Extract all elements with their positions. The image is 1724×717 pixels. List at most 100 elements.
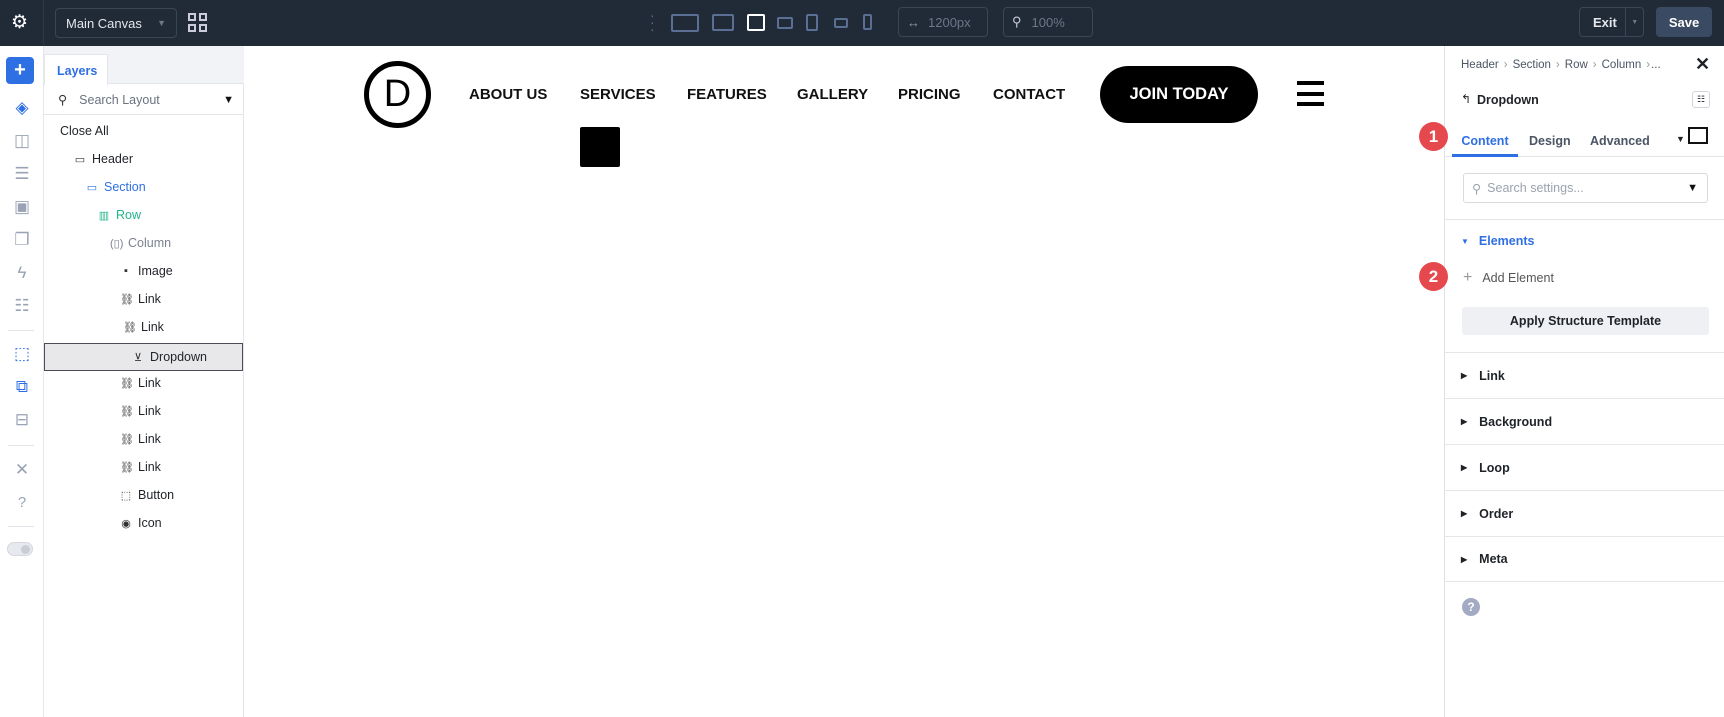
device-laptop-icon[interactable] [747,14,765,31]
layer-link[interactable]: ⛓ Link [120,455,161,479]
layer-column[interactable]: (▯) Column [110,231,171,255]
database-icon[interactable]: ☰ [11,163,33,185]
layer-row[interactable]: ▥ Row [98,203,141,227]
breadcrumb-item[interactable]: ... [1651,59,1661,71]
settings-gear-icon[interactable]: ⚙ [11,11,28,34]
apply-structure-template-button[interactable]: Apply Structure Template [1462,307,1709,335]
tools-icon[interactable]: ✕ [11,459,33,481]
nav-contact[interactable]: CONTACT [993,86,1065,103]
elements-label: Elements [1478,234,1535,248]
add-element-button[interactable]: + Add Element [1463,269,1554,287]
layer-section[interactable]: ▭ Section [86,175,146,199]
device-phone-landscape-icon[interactable] [834,18,848,28]
variables-icon[interactable]: ☷ [11,295,33,317]
section-background[interactable]: ▶ Background [1445,398,1724,444]
layer-link[interactable]: ⛓ Link [120,371,161,395]
join-today-button[interactable]: JOIN TODAY [1100,66,1258,123]
layer-link[interactable]: ⛓ Link [120,427,161,451]
nav-gallery[interactable]: GALLERY [797,86,868,103]
layers-panel: Layers ⚲ Search Layout ▼ Close All ▭ Head… [44,46,244,717]
caret-right-icon: ▶ [1461,371,1468,380]
nav-about-us[interactable]: ABOUT US [469,86,547,103]
select-cursor-icon[interactable]: ⬚ [11,343,33,365]
close-all-link[interactable]: Close All [60,119,109,143]
section-label: Link [1479,368,1505,383]
add-module-button[interactable]: + [6,57,34,84]
layers-search[interactable]: ⚲ Search Layout ▼ [44,85,244,115]
section-meta[interactable]: ▶ Meta [1445,536,1724,582]
elements-group-toggle[interactable]: ▼ Elements [1461,234,1535,248]
module-options-icon[interactable]: ☷ [1692,91,1710,108]
tab-content-label: Content [1461,134,1509,148]
section-label: Background [1479,414,1553,429]
breadcrumb-item[interactable]: Section [1513,59,1551,71]
layer-link[interactable]: ⛓ Link [120,287,161,311]
settings-search-input[interactable]: ⚲ Search settings... ▼ [1463,173,1708,203]
device-desktop-icon[interactable] [712,14,734,31]
nav-pricing[interactable]: PRICING [898,86,961,103]
layer-link[interactable]: ⛓ Link [123,315,164,339]
layer-label: Column [128,236,172,250]
layer-dropdown[interactable]: ⊻ Dropdown [132,345,207,369]
tab-layers[interactable]: Layers [44,54,108,85]
hamburger-menu-icon[interactable] [1297,81,1324,106]
site-logo[interactable]: D [364,61,431,128]
zoom-input[interactable]: ⚲ 100% [1003,7,1093,37]
section-label: Meta [1479,552,1508,566]
top-toolbar: ⚙ Main Canvas ▼ · · · ↔ 1200px ⚲ 100% Exit… [0,0,1724,46]
nav-features[interactable]: FEATURES [687,86,767,103]
layer-label: Header [92,152,133,166]
library-icon[interactable]: ◫ [11,130,33,152]
layers-icon[interactable]: ◈ [11,97,33,119]
link-icon: ⛓ [123,321,137,334]
canvas-width-input[interactable]: ↔ 1200px [898,7,988,37]
device-phone-icon[interactable] [863,14,872,30]
exit-button[interactable]: Exit ▼ [1579,7,1644,37]
section-order[interactable]: ▶ Order [1445,490,1724,536]
layer-header[interactable]: ▭ Header [74,147,133,171]
link-icon: ⛓ [120,293,134,306]
close-icon[interactable]: ✕ [1695,54,1710,75]
breadcrumb-item[interactable]: Column [1602,59,1642,71]
filter-icon[interactable]: ▼ [223,94,234,106]
section-link[interactable]: ▶ Link [1445,352,1724,398]
tab-content[interactable]: Content [1452,126,1518,157]
layer-icon[interactable]: ◉ Icon [120,511,161,535]
chevron-down-icon: ▼ [157,18,166,28]
layer-button[interactable]: ⬚ Button [120,483,174,507]
device-tablet-icon[interactable] [806,14,818,31]
help-icon[interactable]: ? [11,492,33,514]
presets-icon[interactable]: ▣ [11,196,33,218]
back-arrow-icon[interactable]: ↰ [1461,92,1471,106]
breadcrumb-item[interactable]: Header [1461,59,1499,71]
layer-label: Link [138,460,161,474]
device-tablet-landscape-icon[interactable] [777,17,793,29]
dropdown-placeholder-block[interactable] [580,127,620,167]
preset-dropdown-icon[interactable]: ▼ [1676,134,1685,144]
tab-design[interactable]: Design [1529,134,1571,148]
save-button[interactable]: Save [1656,7,1712,37]
nav-services[interactable]: SERVICES [580,86,656,103]
tab-advanced[interactable]: Advanced [1590,134,1650,148]
breadcrumb-item[interactable]: Row [1565,59,1588,71]
layer-link[interactable]: ⛓ Link [120,399,161,423]
layer-image[interactable]: ▪ Image [120,259,173,283]
exit-dropdown-icon[interactable]: ▼ [1625,8,1643,36]
more-vertical-icon[interactable]: · · · [650,8,655,36]
preview-layout-icon[interactable]: ⊟ [11,409,33,431]
multi-select-cursor-icon[interactable]: ⧉ [11,376,33,398]
lightning-icon[interactable]: ϟ [11,262,33,284]
device-widescreen-icon[interactable] [671,14,699,32]
grid-view-icon[interactable] [188,13,207,32]
exit-label: Exit [1593,14,1617,30]
help-circle-icon[interactable]: ? [1462,598,1480,616]
layer-label: Dropdown [150,350,207,364]
section-loop[interactable]: ▶ Loop [1445,444,1724,490]
layer-label: Button [138,488,175,502]
layer-label: Link [138,432,161,446]
pages-icon[interactable]: ❐ [11,229,33,251]
canvas-select[interactable]: Main Canvas ▼ [55,8,177,38]
preset-box-icon[interactable] [1688,127,1708,144]
theme-toggle[interactable] [7,542,33,556]
filter-icon[interactable]: ▼ [1687,182,1698,194]
